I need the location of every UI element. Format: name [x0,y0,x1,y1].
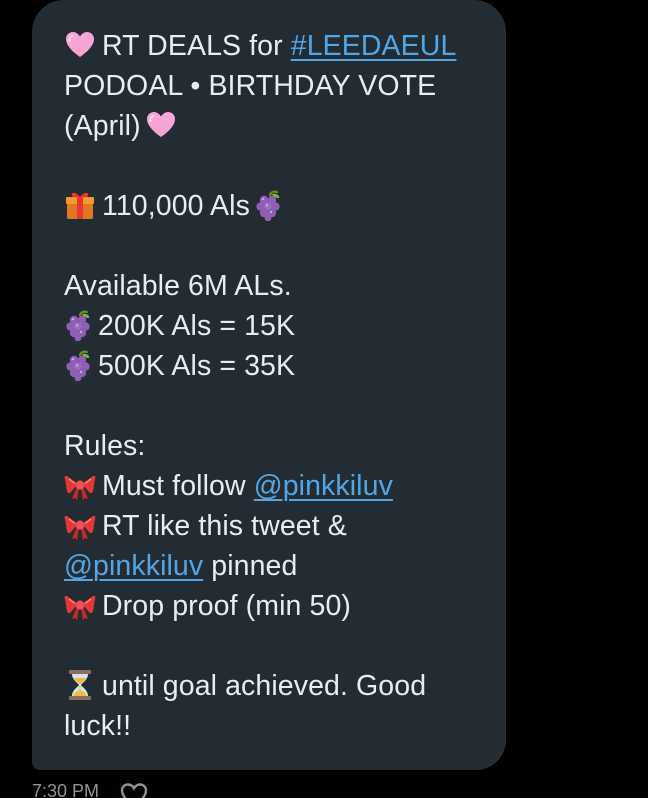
title-line-2: PODOAL • BIRTHDAY VOTE [64,70,437,102]
mention-link[interactable]: @pinkkiluv [254,470,393,502]
message-line-title-2: PODOAL • BIRTHDAY VOTE [64,66,486,106]
ribbon-icon [64,589,96,621]
rule-2-text: RT like this tweet & [102,510,347,542]
message-time: 7:30 PM [32,780,100,798]
deal-text: 500K Als = 35K [98,350,296,382]
grapes-icon [64,349,96,381]
message-line-closing: until goal achieved. Good [64,666,486,706]
gift-icon [64,189,96,221]
message-line-rules: Rules: [64,426,486,466]
message-line-available: Available 6M ALs. [64,266,486,306]
message-line-closing-2: luck!! [64,706,486,746]
pink-heart-icon [64,29,96,61]
message-bubble[interactable]: RT DEALS for #LEEDAEUL PODOAL • BIRTHDAY… [32,0,506,770]
mention-link[interactable]: @pinkkiluv [64,550,203,582]
message-line-rule-3: Drop proof (min 50) [64,586,486,626]
message-footer: 7:30 PM [32,776,149,798]
pink-heart-icon [145,109,177,141]
closing-text: until goal achieved. Good [102,670,427,702]
message-line-rule-2: RT like this tweet & [64,506,486,546]
closing-text-2: luck!! [64,710,132,742]
rule-3-text: Drop proof (min 50) [102,590,351,622]
title-prefix: RT DEALS for [102,30,283,62]
available-text: Available 6M ALs. [64,270,292,302]
message-line-prize: 110,000 Als [64,186,486,226]
message-line-deal-2: 500K Als = 35K [64,346,486,386]
rule-2-suffix: pinned [211,550,298,582]
message-line-deal-1: 200K Als = 15K [64,306,486,346]
message-line-title: RT DEALS for #LEEDAEUL [64,26,486,66]
hashtag-link[interactable]: #LEEDAEUL [291,30,457,62]
grapes-icon [64,309,96,341]
message-line-rule-2b: @pinkkiluv pinned [64,546,486,586]
message-line-title-3: (April) [64,106,486,146]
heart-reaction-icon[interactable] [119,780,149,798]
hourglass-icon [64,669,96,701]
title-line-3: (April) [64,110,141,142]
rule-1-text: Must follow [102,470,246,502]
deal-text: 200K Als = 15K [98,310,296,342]
message-line-rule-1: Must follow @pinkkiluv [64,466,486,506]
prize-text: 110,000 Als [102,190,250,222]
ribbon-icon [64,469,96,501]
rules-heading: Rules: [64,430,146,462]
ribbon-icon [64,509,96,541]
grapes-icon [254,189,286,221]
